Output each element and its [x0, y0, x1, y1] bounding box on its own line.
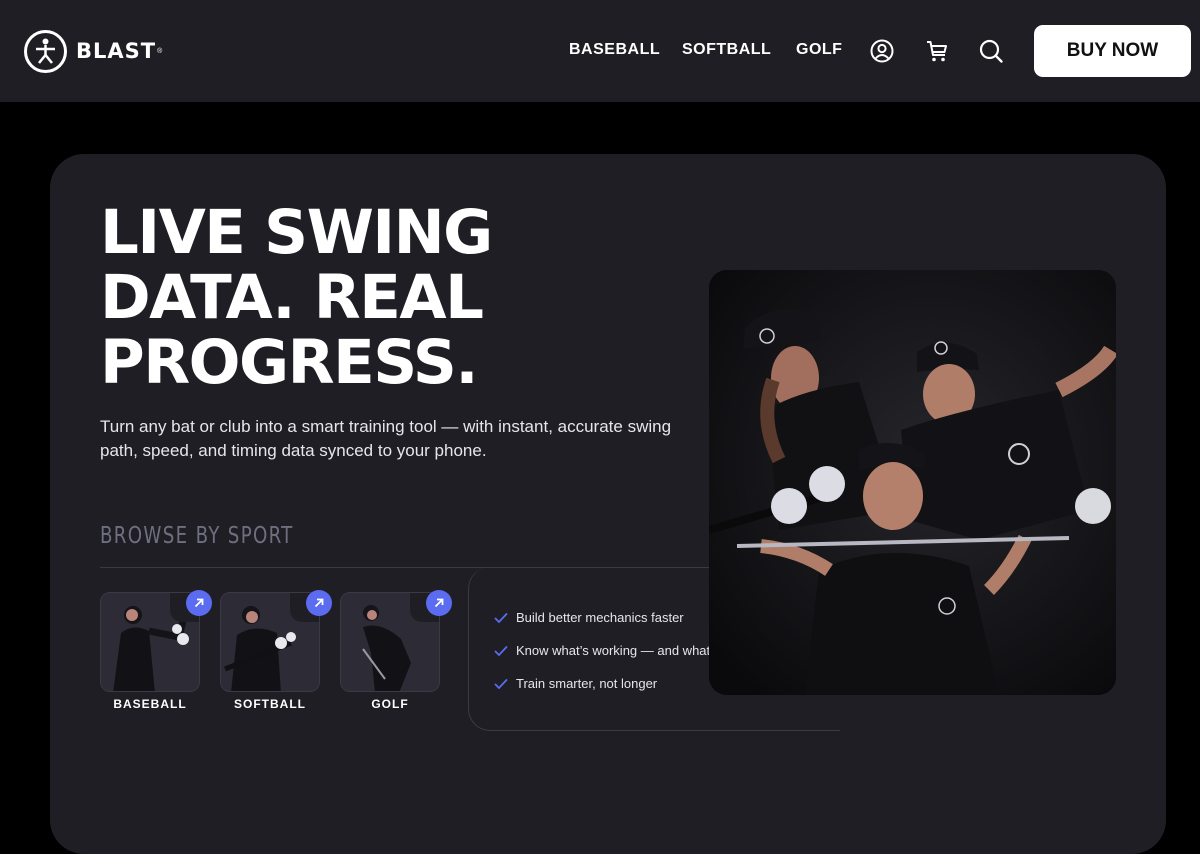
headline-line-3: PROGRESS. [100, 327, 479, 398]
nav-baseball[interactable]: BASEBALL [569, 41, 660, 59]
check-icon [494, 678, 508, 689]
nav-golf[interactable]: GOLF [796, 41, 842, 59]
golf-thumbnail [340, 592, 440, 692]
sport-card-softball[interactable]: SOFTBALL [220, 590, 332, 711]
headline-line-2: DATA. REAL [100, 262, 484, 333]
arrow-up-right-icon [306, 590, 332, 616]
headline-line-1: LIVE SWING [100, 197, 493, 268]
browse-by-sport-title: BROWSE BY SPORT [100, 523, 294, 549]
sport-card-baseball[interactable]: BASEBALL [100, 590, 212, 711]
hero-card: LIVE SWING DATA. REAL PROGRESS. Turn any… [50, 154, 1166, 854]
sport-card-golf[interactable]: GOLF [340, 590, 452, 711]
athletes-photo [709, 270, 1116, 695]
sport-label-softball: SOFTBALL [234, 697, 306, 711]
arrow-up-right-icon [426, 590, 452, 616]
softball-thumbnail [220, 592, 320, 692]
cart-icon[interactable] [924, 38, 950, 64]
benefit-text: Train smarter, not longer [516, 676, 658, 691]
sport-label-baseball: BASEBALL [113, 697, 187, 711]
nav-softball[interactable]: SOFTBALL [682, 41, 771, 59]
search-icon[interactable] [978, 38, 1004, 64]
blast-logo-icon [24, 29, 67, 73]
check-icon [494, 612, 508, 623]
benefit-text: Know what’s working — and what’s not [516, 643, 741, 658]
logo-wordmark: BLAST [76, 39, 157, 63]
hero-subtext: Turn any bat or club into a smart traini… [100, 417, 672, 460]
blast-logo[interactable]: BLAST ® [24, 29, 162, 73]
benefit-text: Build better mechanics faster [516, 610, 684, 625]
logo-registered-mark: ® [157, 47, 163, 55]
check-icon [494, 645, 508, 656]
sport-label-golf: GOLF [371, 697, 409, 711]
arrow-up-right-icon [186, 590, 212, 616]
hero-headline: LIVE SWING DATA. REAL PROGRESS. [100, 200, 520, 395]
baseball-thumbnail [100, 592, 200, 692]
buy-now-button[interactable]: BUY NOW [1034, 25, 1191, 77]
site-header: BLAST ® BASEBALL SOFTBALL GOLF BUY NOW [0, 0, 1200, 102]
account-icon[interactable] [869, 38, 895, 64]
